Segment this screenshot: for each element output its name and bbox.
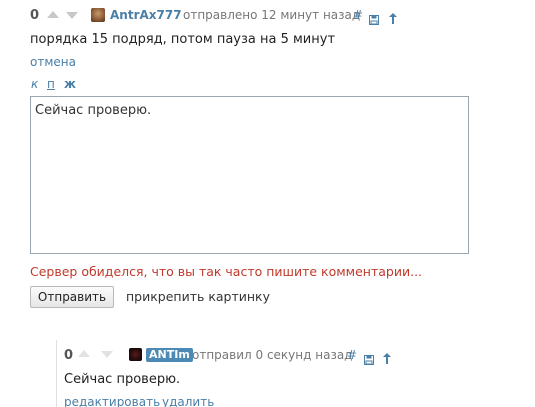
edit-link[interactable]: редактировать	[64, 395, 160, 407]
save-icon[interactable]	[369, 10, 379, 29]
vote-up-icon[interactable]	[47, 11, 59, 18]
cancel-link[interactable]: отмена	[30, 55, 76, 69]
vote-down-icon[interactable]	[101, 351, 113, 358]
comment-rating: 0	[30, 8, 40, 23]
comment-author-link[interactable]: AntrAx777	[110, 8, 182, 22]
underline-button[interactable]: п	[47, 77, 55, 91]
italic-button[interactable]: к	[31, 77, 38, 91]
reply-textarea[interactable]	[30, 96, 469, 254]
comment-thread: 0 AntrAx777 отправлено 12 минут назад # …	[0, 0, 535, 407]
user-avatar[interactable]	[129, 348, 142, 361]
comment-author-link[interactable]: ANTIm	[146, 348, 193, 362]
comment-timestamp: отправил 0 секунд назад	[192, 348, 353, 362]
comment-text: порядка 15 подряд, потом пауза на 5 мину…	[30, 32, 336, 47]
user-avatar[interactable]	[91, 8, 105, 22]
permalink-icon[interactable]: #	[347, 348, 357, 362]
attach-image-link[interactable]: прикрепить картинку	[126, 289, 270, 304]
comment-rating: 0	[64, 348, 74, 363]
thread-divider	[56, 340, 57, 407]
arrow-up-icon[interactable]	[389, 9, 397, 28]
error-message: Сервер обиделся, что вы так часто пишите…	[30, 264, 423, 279]
arrow-up-icon[interactable]	[383, 349, 391, 368]
submit-button[interactable]: Отправить	[30, 286, 114, 308]
comment-text: Сейчас проверю.	[64, 372, 181, 387]
vote-down-icon[interactable]	[66, 12, 78, 19]
delete-link[interactable]: удалить	[162, 395, 214, 407]
bold-button[interactable]: ж	[64, 77, 76, 91]
save-icon[interactable]	[364, 350, 374, 369]
permalink-icon[interactable]: #	[353, 8, 363, 22]
vote-up-icon[interactable]	[78, 350, 90, 357]
comment-timestamp: отправлено 12 минут назад	[183, 8, 361, 22]
